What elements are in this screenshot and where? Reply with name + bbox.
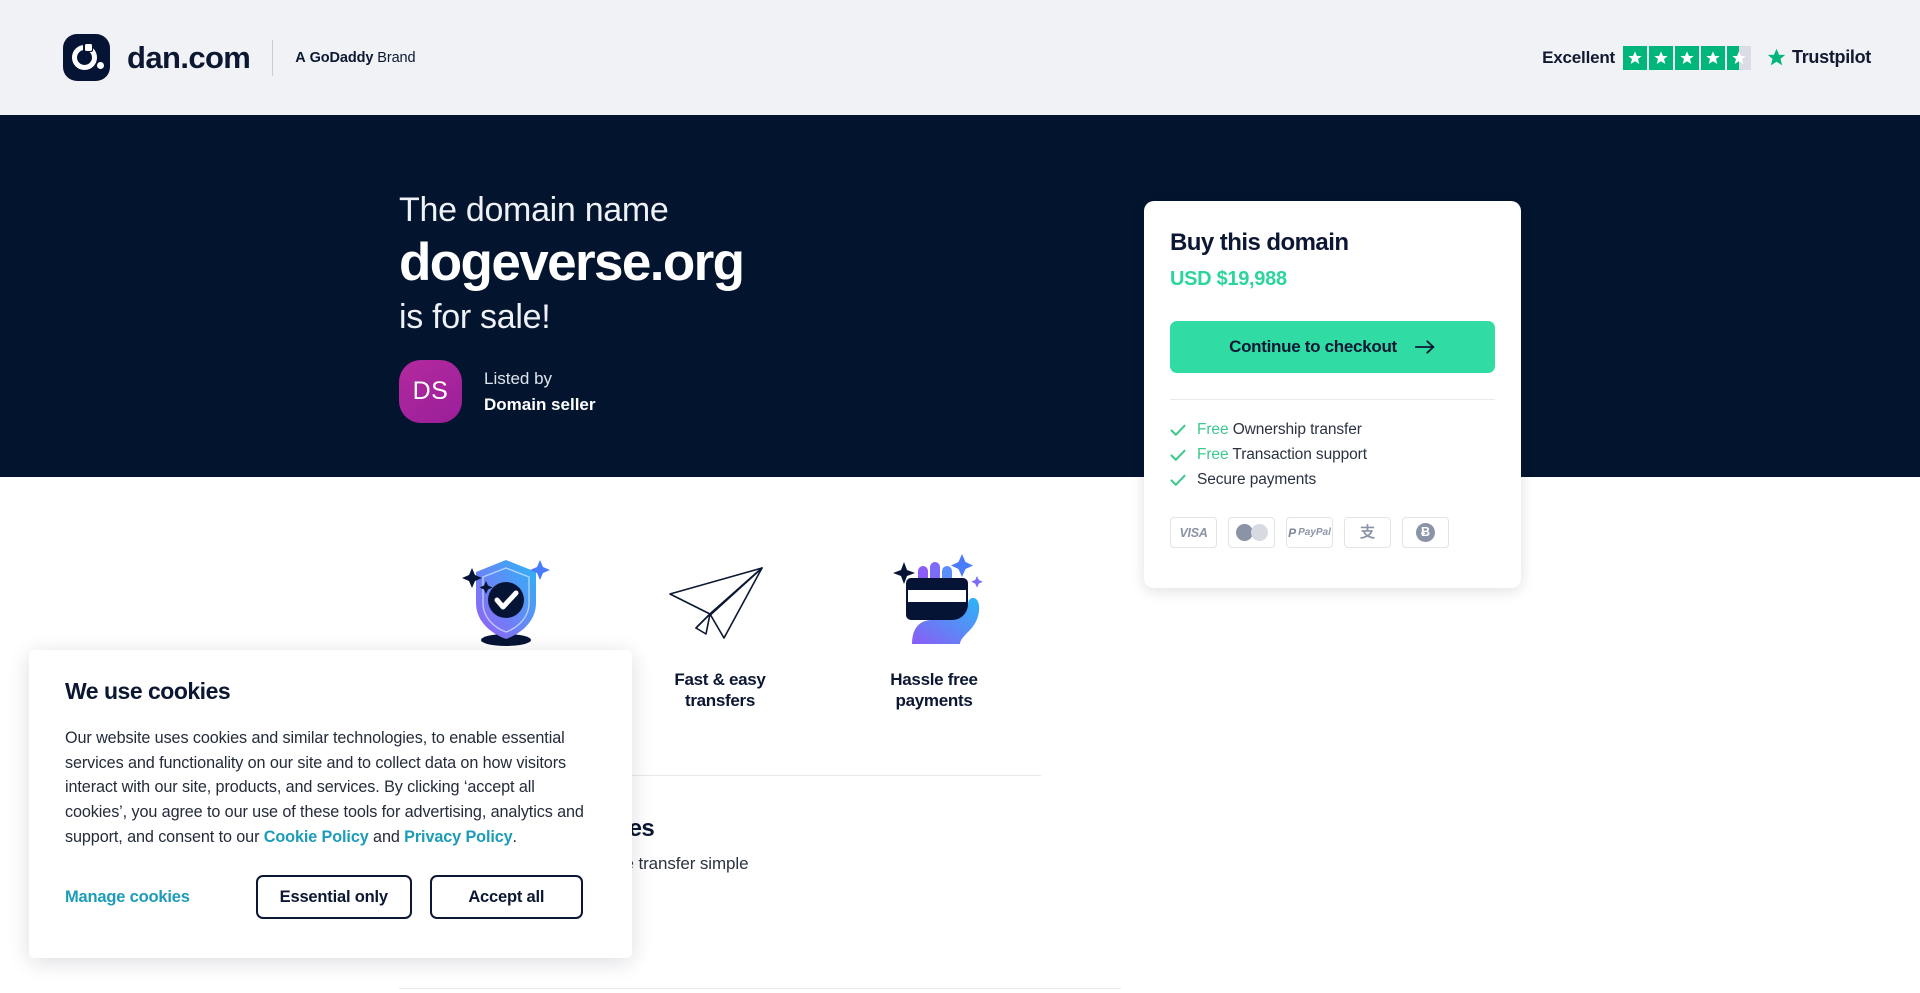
mastercard-icon — [1228, 517, 1275, 548]
benefit-rest: Secure payments — [1197, 471, 1317, 488]
trustpilot-widget[interactable]: Excellent Trustpilot — [1542, 0, 1871, 115]
benefit-highlight: Free — [1197, 421, 1229, 438]
avatar: DS — [399, 360, 462, 423]
card-hand-icon — [882, 540, 986, 648]
essential-only-button[interactable]: Essential only — [255, 875, 412, 920]
star-half-icon — [1727, 45, 1751, 70]
cookie-body-part-3: . — [512, 827, 518, 846]
cookie-banner-body: Our website uses cookies and similar tec… — [65, 726, 596, 849]
brand-name: dan.com — [127, 39, 251, 75]
trustpilot-name: Trustpilot — [1792, 47, 1871, 67]
benefit-text: Free Transaction support — [1197, 446, 1367, 464]
site-header: dan.com A GoDaddy Brand Excellent Trustp… — [0, 0, 1920, 115]
tagline-brand-word: Brand — [377, 49, 416, 66]
visa-label: VISA — [1179, 525, 1208, 540]
hero-section: The domain name dogeverse.org is for sal… — [0, 115, 1920, 477]
accept-all-button[interactable]: Accept all — [429, 875, 583, 920]
alipay-icon: 支 — [1344, 517, 1391, 548]
continue-to-checkout-button[interactable]: Continue to checkout — [1170, 321, 1495, 373]
cookie-banner-actions: Manage cookies Essential only Accept all — [65, 875, 596, 920]
seller-name: Domain seller — [484, 394, 596, 414]
feature-label: Hassle free payments — [890, 670, 978, 710]
price-label: USD $19,988 — [1170, 268, 1287, 290]
domain-name: dogeverse.org — [399, 233, 745, 293]
benefit-item: Free Transaction support — [1170, 446, 1495, 464]
bitcoin-glyph: Ƀ — [1416, 523, 1435, 542]
checkout-button-label: Continue to checkout — [1229, 337, 1397, 356]
trustpilot-stars — [1623, 45, 1751, 70]
dan-logo-icon — [63, 34, 110, 81]
trustpilot-rating-word: Excellent — [1542, 47, 1615, 67]
cookie-policy-link[interactable]: Cookie Policy — [264, 828, 369, 846]
privacy-policy-link[interactable]: Privacy Policy — [404, 828, 512, 846]
visa-icon: VISA — [1170, 517, 1217, 548]
trustpilot-star-icon — [1767, 48, 1786, 66]
star-icon — [1675, 45, 1699, 70]
tagline-a: A — [295, 49, 306, 66]
buy-card-title: Buy this domain — [1170, 229, 1349, 256]
feature-item-transfers: Fast & easy transfers — [613, 540, 827, 711]
seller-info: DS Listed by Domain seller — [399, 360, 596, 423]
benefit-text: Secure payments — [1197, 471, 1316, 489]
hero-heading: The domain name dogeverse.org is for sal… — [399, 190, 745, 337]
benefit-item: Secure payments — [1170, 471, 1495, 489]
paper-plane-icon — [666, 540, 774, 648]
trustpilot-logo: Trustpilot — [1766, 47, 1871, 68]
bottom-divider — [399, 988, 1121, 989]
benefit-text: Free Ownership transfer — [1197, 421, 1362, 439]
feature-label: Fast & easy transfers — [674, 670, 766, 710]
benefit-rest: Ownership transfer — [1228, 421, 1362, 438]
alipay-glyph: 支 — [1359, 524, 1375, 541]
star-icon — [1623, 45, 1647, 70]
cookie-banner-title: We use cookies — [65, 678, 231, 704]
feature-item-payments: Hassle free payments — [827, 540, 1041, 711]
brand-logo[interactable]: dan.com A GoDaddy Brand — [63, 34, 416, 81]
bitcoin-icon: Ƀ — [1402, 517, 1449, 548]
benefit-rest: Transaction support — [1228, 446, 1367, 463]
benefit-highlight: Free — [1197, 446, 1229, 463]
page-root: dan.com A GoDaddy Brand Excellent Trustp… — [0, 0, 1920, 993]
godaddy-tagline: A GoDaddy Brand — [295, 50, 415, 66]
brand-divider — [272, 39, 274, 76]
seller-text: Listed by Domain seller — [484, 366, 596, 417]
paypal-mark: P — [1288, 525, 1297, 540]
cookie-body-part-2: and — [368, 827, 405, 846]
manage-cookies-link[interactable]: Manage cookies — [65, 888, 190, 907]
paypal-icon: P PayPal — [1286, 517, 1333, 548]
listed-by-label: Listed by — [484, 369, 553, 388]
check-icon — [1170, 424, 1186, 436]
star-icon — [1701, 45, 1725, 70]
tagline-godaddy: GoDaddy — [309, 49, 374, 66]
arrow-right-icon — [1414, 340, 1435, 354]
check-icon — [1170, 474, 1186, 486]
benefits-list: Free Ownership transfer Free Transaction… — [1144, 400, 1521, 489]
hero-line-3: is for sale! — [399, 297, 551, 336]
cookie-consent-banner: We use cookies Our website uses cookies … — [29, 650, 632, 958]
payment-methods: VISA P PayPal 支 Ƀ — [1144, 496, 1521, 548]
check-icon — [1170, 449, 1186, 461]
paypal-label: PayPal — [1298, 527, 1331, 538]
hero-line-1: The domain name — [399, 191, 669, 229]
buy-domain-card: Buy this domain USD $19,988 Continue to … — [1144, 201, 1521, 588]
benefit-item: Free Ownership transfer — [1170, 421, 1495, 439]
star-icon — [1649, 45, 1673, 70]
shield-check-icon — [460, 540, 552, 648]
